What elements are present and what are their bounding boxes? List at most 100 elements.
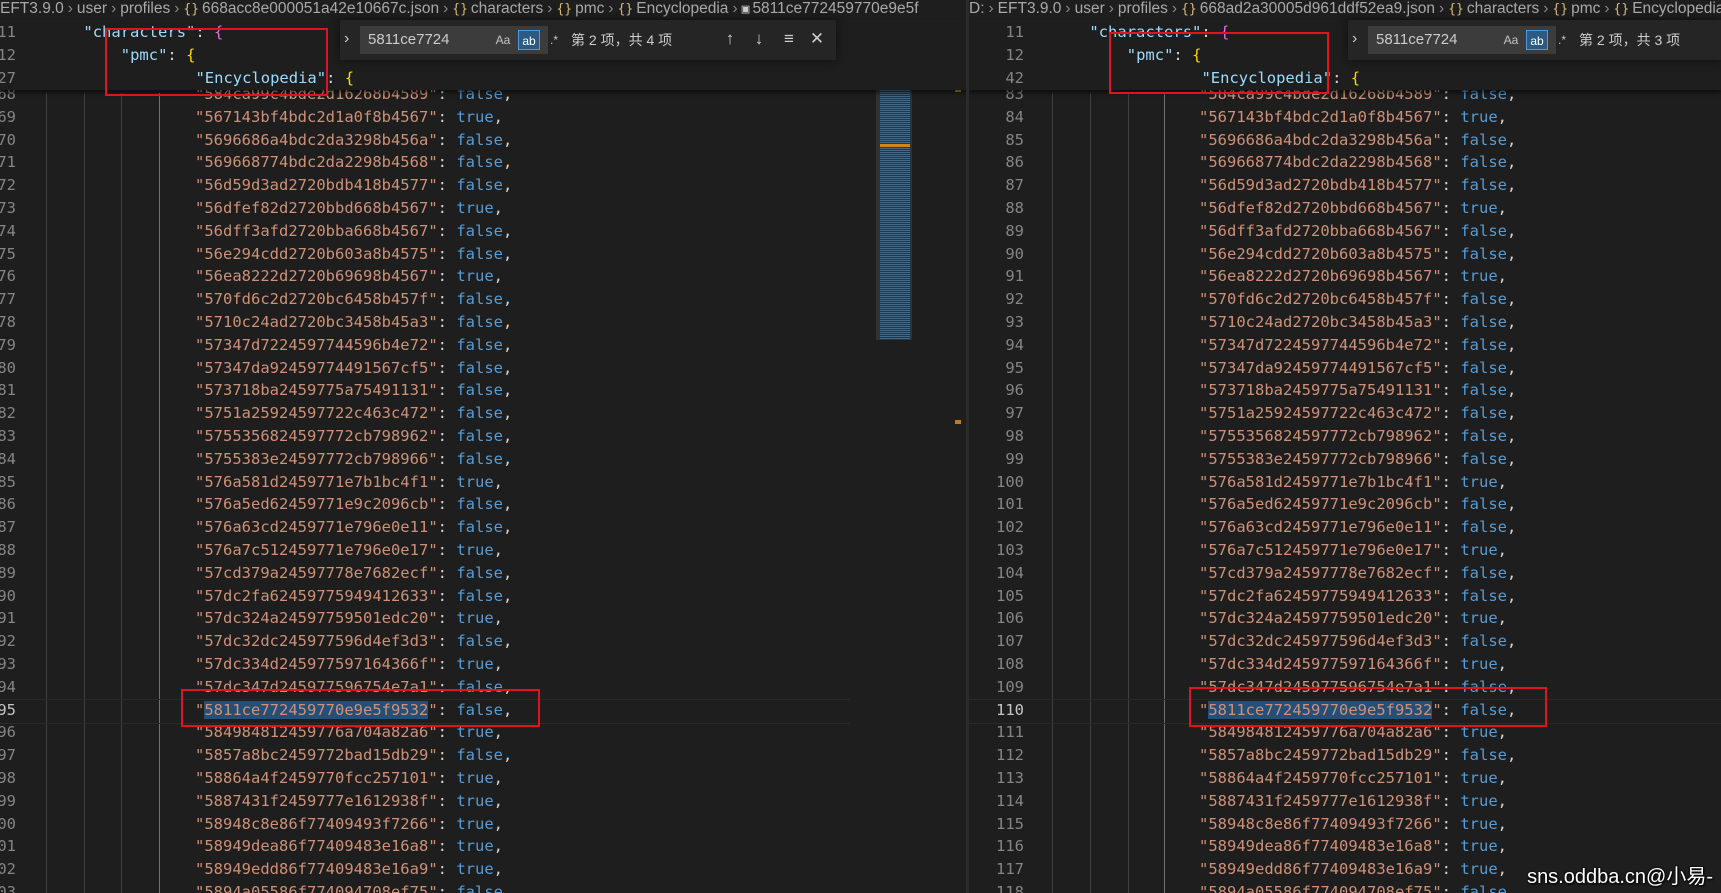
breadcrumb[interactable]: EFT3.9.0 › user › profiles ›{} 668acc8e000051a… — [0, 0, 966, 18]
breadcrumb-item[interactable]: {} 668acc8e000051a42e10667c.json — [183, 0, 439, 18]
breadcrumb-item[interactable]: {} Encyclopedia — [1614, 0, 1721, 18]
code-line[interactable]: 113 "58864a4f2459770fcc257101": true, — [969, 767, 1721, 790]
code-line[interactable]: 85 "576a581d2459771e7b1bc4f1": true, — [0, 471, 966, 494]
code-line[interactable]: 82 "5751a25924597722c463c472": false, — [0, 402, 966, 425]
code-line[interactable]: 73 "56dfef82d2720bbd668b4567": true, — [0, 197, 966, 220]
breadcrumb-item[interactable]: {} Encyclopedia — [618, 0, 729, 18]
breadcrumb-item[interactable]: ▣ 5811ce772459770e9e5f — [742, 0, 919, 18]
code-line[interactable]: 98 "5755356824597772cb798962": false, — [969, 425, 1721, 448]
code-line[interactable]: 92 "57dc32dc245977596d4ef3d3": false, — [0, 630, 966, 653]
code-line[interactable]: 112 "5857a8bc2459772bad15db29": false, — [969, 744, 1721, 767]
breadcrumb-item[interactable]: user — [77, 0, 107, 18]
code-line[interactable]: 74 "56dff3afd2720bba668b4567": false, — [0, 220, 966, 243]
code-line[interactable]: 81 "573718ba2459775a75491131": false, — [0, 379, 966, 402]
code-line[interactable]: 90 "56e294cdd2720b603a8b4575": false, — [969, 243, 1721, 266]
code-line[interactable]: 102 "576a63cd2459771e796e0e11": false, — [969, 516, 1721, 539]
code-line[interactable]: 103 "5894a05586f774094708ef75": false, — [0, 881, 966, 893]
code-line[interactable]: 83 "5755356824597772cb798962": false, — [0, 425, 966, 448]
toggle-replace-icon[interactable]: › — [344, 30, 349, 48]
match-whole-word-toggle[interactable]: ab — [1526, 30, 1548, 50]
code-line[interactable]: 86 "576a5ed62459771e9c2096cb": false, — [0, 493, 966, 516]
code-line[interactable]: 88 "576a7c512459771e796e0e17": true, — [0, 539, 966, 562]
code-line[interactable]: 84 "5755383e24597772cb798966": false, — [0, 448, 966, 471]
close-icon[interactable]: ✕ — [807, 29, 827, 49]
code-line[interactable]: 88 "56dfef82d2720bbd668b4567": true, — [969, 197, 1721, 220]
code-line[interactable]: 114 "5887431f2459777e1612938f": true, — [969, 790, 1721, 813]
vertical-scrollbar[interactable] — [952, 20, 966, 892]
use-regex-toggle[interactable]: .* — [543, 30, 565, 50]
use-regex-toggle[interactable]: .* — [1551, 30, 1573, 50]
code-line[interactable]: 95 "57347da92459774491567cf5": false, — [969, 357, 1721, 380]
code-line[interactable]: 87 "576a63cd2459771e796e0e11": false, — [0, 516, 966, 539]
breadcrumb-item[interactable]: {} characters — [452, 0, 543, 18]
line-number: 116 — [996, 837, 1024, 856]
next-match-icon[interactable]: ↓ — [749, 29, 769, 49]
code-line[interactable]: 99 "5755383e24597772cb798966": false, — [969, 448, 1721, 471]
match-case-toggle[interactable]: Aa — [492, 30, 514, 50]
code-line[interactable]: 97 "5751a25924597722c463c472": false, — [969, 402, 1721, 425]
minimap[interactable] — [876, 20, 912, 880]
match-case-toggle[interactable]: Aa — [1500, 30, 1522, 50]
code-line[interactable]: 94 "57347d7224597744596b4e72": false, — [969, 334, 1721, 357]
code-line[interactable]: 87 "56d59d3ad2720bdb418b4577": false, — [969, 174, 1721, 197]
code-line[interactable]: 86 "569668774bdc2da2298b4568": false, — [969, 151, 1721, 174]
code-line[interactable]: 77 "570fd6c2d2720bc6458b457f": false, — [0, 288, 966, 311]
sticky-scroll-line[interactable]: 42 "Encyclopedia": { — [969, 67, 1721, 90]
breadcrumb-item[interactable]: user — [1075, 0, 1105, 18]
code-line[interactable]: 89 "57cd379a24597778e7682ecf": false, — [0, 562, 966, 585]
find-widget[interactable]: › 5811ce7724 Aa ab .* 第 2 项，共 3 项 — [1348, 20, 1721, 60]
previous-match-icon[interactable]: ↑ — [720, 29, 740, 49]
code-line[interactable]: 89 "56dff3afd2720bba668b4567": false, — [969, 220, 1721, 243]
code-line[interactable]: 116 "58949dea86f77409483e16a8": true, — [969, 835, 1721, 858]
code-line[interactable]: 70 "5696686a4bdc2da3298b456a": false, — [0, 129, 966, 152]
breadcrumb-item[interactable]: profiles — [120, 0, 170, 18]
breadcrumb-item[interactable]: {} pmc — [1552, 0, 1600, 18]
breadcrumb-item[interactable]: {} pmc — [556, 0, 604, 18]
breadcrumb[interactable]: D: › EFT3.9.0 › user › profiles ›{} 668ad2a30005… — [969, 0, 1721, 18]
breadcrumb-item[interactable]: D: — [969, 0, 985, 18]
breadcrumb-item[interactable]: EFT3.9.0 — [0, 0, 64, 18]
code-line[interactable]: 103 "576a7c512459771e796e0e17": true, — [969, 539, 1721, 562]
code-line[interactable]: 115 "58948c8e86f77409493f7266": true, — [969, 813, 1721, 836]
right-editor-pane[interactable]: D: › EFT3.9.0 › user › profiles ›{} 668ad2a30005… — [969, 0, 1721, 893]
code-line[interactable]: 108 "57dc334d245977597164366f": true, — [969, 653, 1721, 676]
code-line[interactable]: 71 "569668774bdc2da2298b4568": false, — [0, 151, 966, 174]
find-in-selection-icon[interactable]: ≡ — [779, 29, 799, 49]
code-line[interactable]: 107 "57dc32dc245977596d4ef3d3": false, — [969, 630, 1721, 653]
code-line[interactable]: 76 "56ea8222d2720b69698b4567": true, — [0, 265, 966, 288]
code-line[interactable]: 102 "58949edd86f77409483e16a9": true, — [0, 858, 966, 881]
code-line[interactable]: 99 "5887431f2459777e1612938f": true, — [0, 790, 966, 813]
match-whole-word-toggle[interactable]: ab — [518, 30, 540, 50]
left-editor-pane[interactable]: EFT3.9.0 › user › profiles ›{} 668acc8e000051a… — [0, 0, 966, 893]
code-line[interactable]: 91 "56ea8222d2720b69698b4567": true, — [969, 265, 1721, 288]
code-line[interactable]: 93 "5710c24ad2720bc3458b45a3": false, — [969, 311, 1721, 334]
code-line[interactable]: 85 "5696686a4bdc2da3298b456a": false, — [969, 129, 1721, 152]
find-widget[interactable]: › 5811ce7724 Aa ab .* 第 2 项，共 4 项 ↑ ↓ ≡ … — [340, 20, 836, 60]
code-line[interactable]: 104 "57cd379a24597778e7682ecf": false, — [969, 562, 1721, 585]
toggle-replace-icon[interactable]: › — [1352, 30, 1357, 48]
code-line[interactable]: 101 "576a5ed62459771e9c2096cb": false, — [969, 493, 1721, 516]
code-line[interactable]: 92 "570fd6c2d2720bc6458b457f": false, — [969, 288, 1721, 311]
code-line[interactable]: 100 "58948c8e86f77409493f7266": true, — [0, 813, 966, 836]
code-line[interactable]: 75 "56e294cdd2720b603a8b4575": false, — [0, 243, 966, 266]
code-line[interactable]: 106 "57dc324a24597759501edc20": true, — [969, 607, 1721, 630]
code-line[interactable]: 105 "57dc2fa62459775949412633": false, — [969, 585, 1721, 608]
code-line[interactable]: 97 "5857a8bc2459772bad15db29": false, — [0, 744, 966, 767]
breadcrumb-item[interactable]: profiles — [1118, 0, 1168, 18]
code-line[interactable]: 78 "5710c24ad2720bc3458b45a3": false, — [0, 311, 966, 334]
code-line[interactable]: 80 "57347da92459774491567cf5": false, — [0, 357, 966, 380]
code-line[interactable]: 91 "57dc324a24597759501edc20": true, — [0, 607, 966, 630]
code-line[interactable]: 98 "58864a4f2459770fcc257101": true, — [0, 767, 966, 790]
breadcrumb-item[interactable]: EFT3.9.0 — [998, 0, 1062, 18]
code-line[interactable]: 69 "567143bf4bdc2d1a0f8b4567": true, — [0, 106, 966, 129]
breadcrumb-item[interactable]: {} 668ad2a30005d961ddf52ea9.json — [1181, 0, 1435, 18]
code-line[interactable]: 100 "576a581d2459771e7b1bc4f1": true, — [969, 471, 1721, 494]
code-line[interactable]: 84 "567143bf4bdc2d1a0f8b4567": true, — [969, 106, 1721, 129]
code-line[interactable]: 93 "57dc334d245977597164366f": true, — [0, 653, 966, 676]
code-line[interactable]: 96 "573718ba2459775a75491131": false, — [969, 379, 1721, 402]
code-line[interactable]: 79 "57347d7224597744596b4e72": false, — [0, 334, 966, 357]
code-line[interactable]: 90 "57dc2fa62459775949412633": false, — [0, 585, 966, 608]
code-line[interactable]: 72 "56d59d3ad2720bdb418b4577": false, — [0, 174, 966, 197]
code-line[interactable]: 101 "58949dea86f77409483e16a8": true, — [0, 835, 966, 858]
breadcrumb-item[interactable]: {} characters — [1448, 0, 1539, 18]
